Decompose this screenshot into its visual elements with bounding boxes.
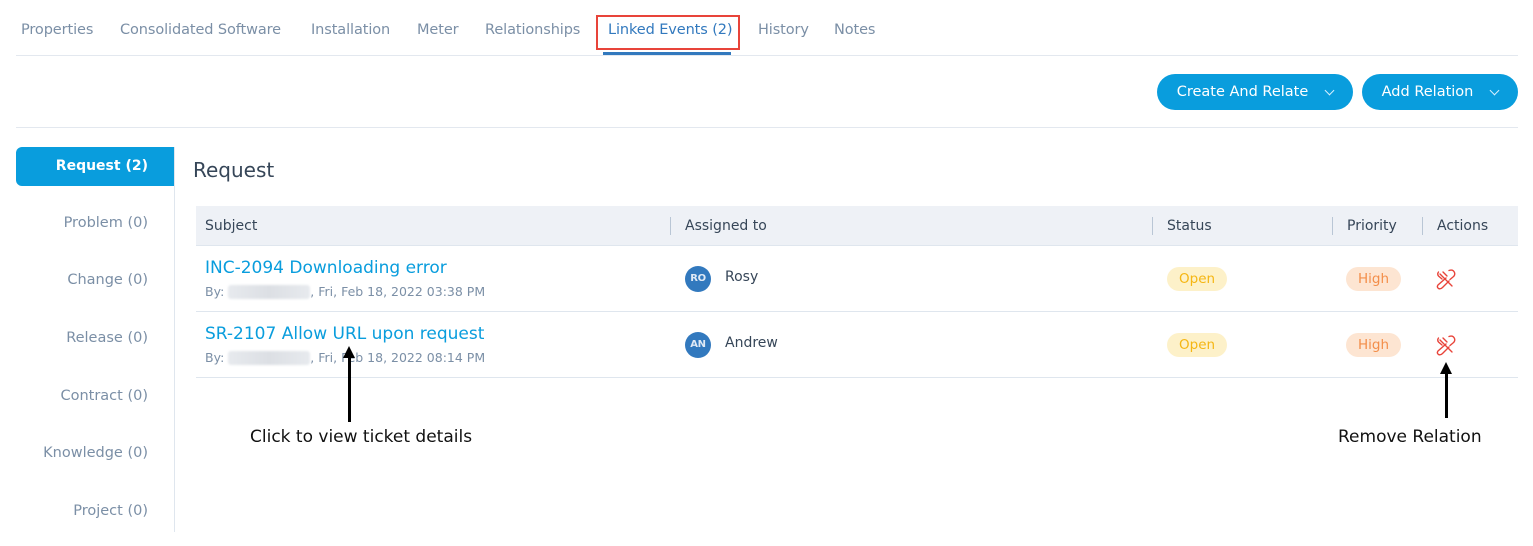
active-tab-indicator [603,52,731,55]
tab-installation[interactable]: Installation [311,22,390,38]
redacted-creator-name [228,284,311,299]
assignee-name: Andrew [725,335,778,351]
created-by-label: By: [205,284,225,299]
status-badge: Open [1167,267,1228,291]
ticket-subject-link[interactable]: SR-2107 Allow URL upon request [205,324,484,344]
tab-history[interactable]: History [758,22,809,38]
column-header-status[interactable]: Status [1167,206,1212,246]
ticket-meta: By: , Fri, Feb 18, 2022 03:38 PM [205,284,485,299]
tab-bar: Properties Consolidated Software Install… [16,0,1518,56]
status-badge: Open [1167,333,1228,357]
tab-properties[interactable]: Properties [21,22,93,38]
column-header-priority[interactable]: Priority [1347,206,1397,246]
column-header-actions: Actions [1437,218,1489,234]
add-relation-label: Add Relation [1381,84,1474,100]
column-separator [670,217,671,235]
sidebar-item-change[interactable]: Change (0) [67,272,148,288]
avatar: AN [685,332,711,358]
sidebar-item-release[interactable]: Release (0) [66,330,148,346]
annotation-arrow [343,346,355,422]
module-sidebar: Request (2) Problem (0) Change (0) Relea… [16,147,175,532]
chevron-down-icon [1489,85,1500,96]
priority-badge: High [1346,267,1402,291]
annotation-arrow [1440,362,1452,418]
unlink-icon[interactable] [1434,268,1458,290]
column-header-assigned-to[interactable]: Assigned to [685,206,767,246]
column-separator [1152,217,1153,235]
section-title: Request [193,158,275,182]
add-relation-button[interactable]: Add Relation [1362,74,1518,110]
annotation-highlight-box [596,15,740,50]
annotation-remove-relation: Remove Relation [1338,427,1482,447]
create-and-relate-label: Create And Relate [1176,84,1309,100]
column-separator [1332,217,1333,235]
table-row: INC-2094 Downloading error By: , Fri, Fe… [196,246,1518,312]
sidebar-item-knowledge[interactable]: Knowledge (0) [43,445,148,461]
ticket-subject-link[interactable]: INC-2094 Downloading error [205,258,447,278]
unlink-icon[interactable] [1434,334,1458,356]
sidebar-item-contract[interactable]: Contract (0) [60,388,148,404]
tab-notes[interactable]: Notes [834,22,875,38]
sidebar-item-project[interactable]: Project (0) [73,503,148,519]
assignee-name: Rosy [725,269,759,285]
table-header: Subject Assigned to Status Priority Acti… [196,206,1518,246]
created-date: , Fri, Feb 18, 2022 08:14 PM [310,350,486,365]
annotation-ticket-details: Click to view ticket details [250,427,473,447]
created-date: , Fri, Feb 18, 2022 03:38 PM [310,284,486,299]
redacted-creator-name [228,350,311,365]
avatar: RO [685,266,711,292]
create-and-relate-button[interactable]: Create And Relate [1157,74,1353,110]
column-separator [1422,217,1423,235]
chevron-down-icon [1324,85,1335,96]
sidebar-item-request[interactable]: Request (2) [16,147,174,186]
tab-relationships[interactable]: Relationships [485,22,580,38]
tab-consolidated-software[interactable]: Consolidated Software [120,22,281,38]
created-by-label: By: [205,350,225,365]
tab-meter[interactable]: Meter [417,22,459,38]
linked-requests-table: Subject Assigned to Status Priority Acti… [196,206,1518,378]
column-header-subject[interactable]: Subject [205,206,257,246]
table-row: SR-2107 Allow URL upon request By: , Fri… [196,312,1518,378]
sidebar-item-problem[interactable]: Problem (0) [64,215,148,231]
priority-badge: High [1346,333,1402,357]
divider [16,127,1518,128]
